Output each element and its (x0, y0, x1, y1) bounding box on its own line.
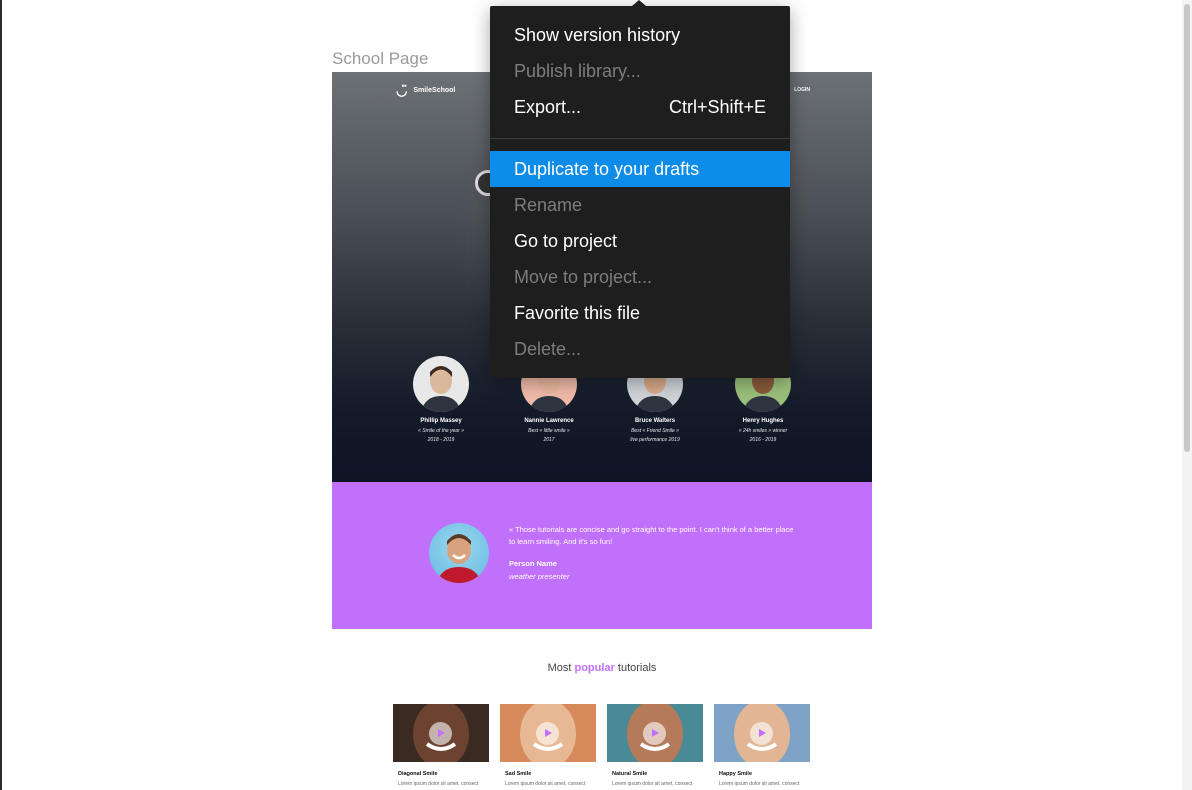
tutorial-description: Lorem ipsum dolor sit amet, consect (398, 781, 479, 787)
menu-divider (490, 138, 790, 139)
testimonial-person-name: Person Name (509, 559, 557, 568)
section-title: Most popular tutorials (547, 662, 657, 674)
menu-item-show-version-history[interactable]: Show version history (490, 17, 790, 53)
avatar (413, 356, 469, 412)
tutorial-description: Lorem ipsum dolor sit amet, consect (612, 781, 693, 787)
export-shortcut: Ctrl+Shift+E (668, 97, 766, 117)
team-member: Phillip Massey « Smile of the year » 2018… (386, 356, 496, 444)
tutorial-title: Diagonal Smile (398, 771, 438, 777)
play-icon[interactable] (429, 722, 452, 745)
member-award: « Smile of the year » 2018 - 2019 (418, 428, 464, 443)
tutorial-card[interactable]: Happy Smile Lorem ipsum dolor sit amet, … (714, 704, 810, 787)
tutorial-thumbnail (393, 704, 489, 762)
file-context-menu: Show version history Publish library... … (490, 0, 790, 378)
site-logo: ◡̈ SmileSchool (396, 84, 455, 97)
popular-tutorials-section: Most popular tutorials Diagonal Smile Lo… (332, 629, 872, 790)
testimonial-section: « Those tutorials are concise and go str… (332, 482, 872, 629)
play-icon[interactable] (750, 722, 773, 745)
tutorial-thumbnail (607, 704, 703, 762)
tutorial-title: Natural Smile (612, 771, 648, 777)
menu-item-go-to-project[interactable]: Go to project (490, 223, 790, 259)
tutorial-card[interactable]: Sad Smile Lorem ipsum dolor sit amet, co… (500, 704, 596, 787)
member-award: « 24h smiles » winner 2016 - 2019 (738, 428, 788, 443)
tutorial-description: Lorem ipsum dolor sit amet, consect (505, 781, 586, 787)
tutorial-title: Sad Smile (505, 771, 532, 777)
login-link[interactable]: LOGIN (794, 87, 810, 93)
menu-caret (632, 0, 646, 6)
member-award: Best « little smile » 2017 (528, 428, 570, 443)
member-award: Best « Friend Smile » live performance 20… (630, 428, 680, 443)
member-name: Bruce Walters (634, 418, 676, 424)
menu-item-export[interactable]: Export... Ctrl+Shift+E (490, 89, 790, 125)
play-icon[interactable] (536, 722, 559, 745)
menu-item-delete[interactable]: Delete... (490, 331, 790, 367)
tutorial-description: Lorem ipsum dolor sit amet, consect (719, 781, 800, 787)
menu-item-rename[interactable]: Rename (490, 187, 790, 223)
testimonial-quote: « Those tutorials are concise and go str… (509, 525, 794, 546)
tutorial-thumbnail (500, 704, 596, 762)
menu-item-duplicate-to-drafts[interactable]: Duplicate to your drafts (490, 151, 790, 187)
smile-logo-icon: ◡̈ (396, 83, 408, 98)
menu-item-favorite-file[interactable]: Favorite this file (490, 295, 790, 331)
menu-item-publish-library[interactable]: Publish library... (490, 53, 790, 89)
menu-item-move-to-project[interactable]: Move to project... (490, 259, 790, 295)
tutorial-card[interactable]: Natural Smile Lorem ipsum dolor sit amet… (607, 704, 703, 787)
left-panel-edge (0, 0, 2, 790)
scrollbar-thumb[interactable] (1184, 4, 1190, 452)
member-name: Nannie Lawrence (524, 418, 574, 424)
logo-text: SmileSchool (413, 87, 456, 94)
testimonial-avatar (429, 523, 489, 583)
figma-canvas: School Page ◡̈ SmileSchool LOGIN Phillip… (0, 0, 1192, 790)
member-name: Henry Hughes (742, 418, 784, 424)
testimonial-person-role: weather presenter (509, 572, 570, 581)
frame-label[interactable]: School Page (332, 49, 428, 69)
tutorial-thumbnail (714, 704, 810, 762)
vertical-scrollbar[interactable] (1182, 0, 1192, 790)
member-name: Phillip Massey (420, 418, 462, 424)
tutorial-card[interactable]: Diagonal Smile Lorem ipsum dolor sit ame… (393, 704, 489, 787)
play-icon[interactable] (643, 722, 666, 745)
tutorial-title: Happy Smile (719, 771, 753, 777)
